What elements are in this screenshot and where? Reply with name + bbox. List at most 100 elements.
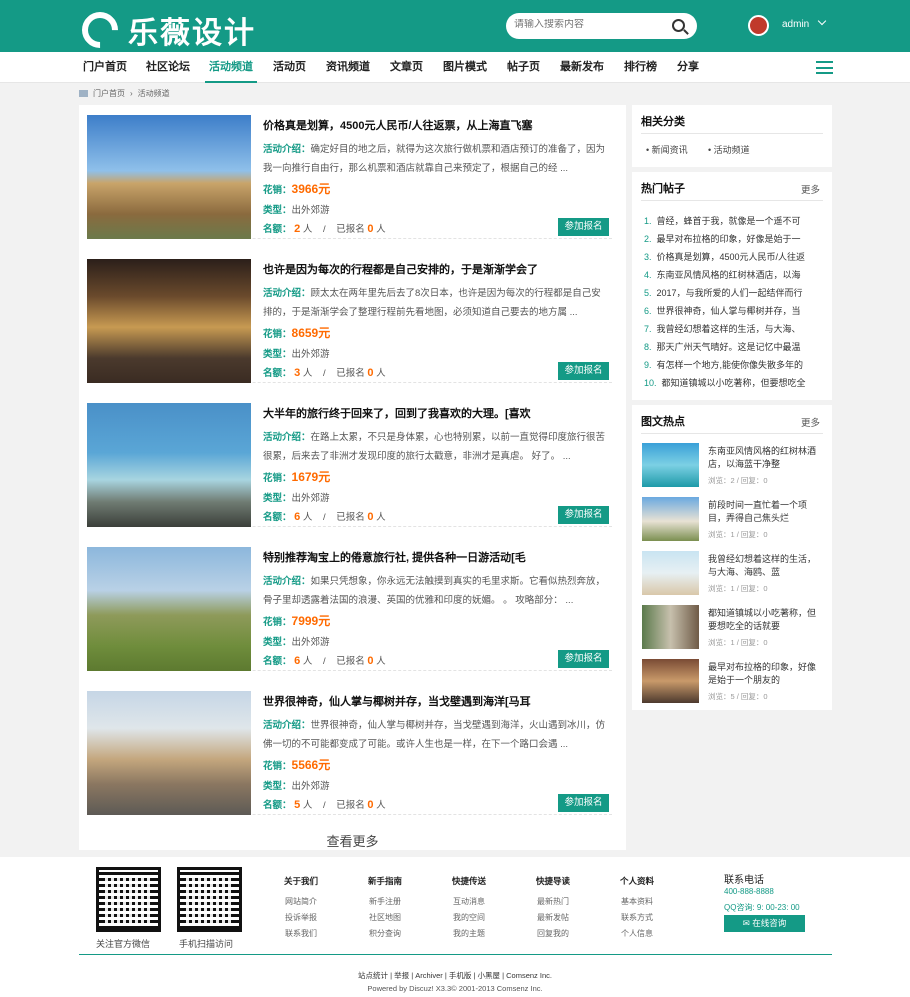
post-thumbnail[interactable] bbox=[642, 497, 699, 541]
activity-quota: 名额： 2 人 / 已报名 0 人 bbox=[263, 223, 386, 235]
hot-post-item[interactable]: 8. 那天广州天气晴好。这是记忆中最温 bbox=[644, 340, 816, 353]
search-input[interactable] bbox=[514, 19, 664, 30]
breadcrumb-portal[interactable]: 门户首页 bbox=[93, 88, 125, 99]
activity-desc: 活动介绍：在路上太累，不只是身体累，心也特别累，以前一直觉得印度旅行很苦很累，后… bbox=[263, 432, 606, 462]
activity-list: 价格真是划算，4500元人民币/人往返票，从上海直飞塞 活动介绍：确定好目的地之… bbox=[79, 105, 626, 850]
home-icon[interactable] bbox=[79, 90, 88, 97]
post-thumbnail[interactable] bbox=[642, 551, 699, 595]
hot-post-item[interactable]: 6. 世界很神奇，仙人掌与椰树并存，当 bbox=[644, 304, 816, 317]
avatar[interactable] bbox=[748, 15, 769, 36]
pic-post-title[interactable]: 前段时间一直忙着一个项目，弄得自己焦头烂 bbox=[708, 499, 824, 525]
activity-type: 类型：出外郊游 bbox=[263, 493, 330, 504]
activity-card: 世界很神奇，仙人掌与椰树并存，当戈壁遇到海洋[马耳 活动介绍：世界很神奇，仙人掌… bbox=[87, 681, 612, 815]
menu-icon[interactable] bbox=[816, 61, 833, 74]
footer-col-reading: 快捷导读 最新热门 最新发帖 回复我的 bbox=[535, 876, 570, 938]
username[interactable]: admin bbox=[782, 19, 809, 30]
footer-links[interactable]: 站点统计 | 举报 | Archiver | 手机版 | 小黑屋 | Comse… bbox=[0, 970, 910, 981]
activity-thumbnail[interactable] bbox=[87, 691, 251, 815]
activity-thumbnail[interactable] bbox=[87, 115, 251, 239]
nav-item-latest[interactable]: 最新发布 bbox=[560, 52, 604, 83]
activity-type: 类型：出外郊游 bbox=[263, 781, 330, 792]
activity-title[interactable]: 也许是因为每次的行程都是自己安排的，于是渐渐学会了 bbox=[263, 261, 538, 277]
post-thumbnail[interactable] bbox=[642, 659, 699, 703]
post-thumbnail[interactable] bbox=[642, 443, 699, 487]
more-link[interactable]: 更多 bbox=[801, 182, 820, 196]
activity-quota: 名额： 6 人 / 已报名 0 人 bbox=[263, 511, 386, 523]
activity-price: 花销：8659元 bbox=[263, 326, 331, 340]
post-thumbnail[interactable] bbox=[642, 605, 699, 649]
hot-post-item[interactable]: 3. 价格真是划算，4500元人民币/人往返 bbox=[644, 250, 816, 263]
activity-price: 花销：5566元 bbox=[263, 758, 331, 772]
join-button[interactable]: 参加报名 bbox=[558, 218, 609, 236]
hot-post-item[interactable]: 1. 曾经，蜂首于我，就像是一个遥不可 bbox=[644, 214, 816, 227]
hot-post-item[interactable]: 2. 最早对布拉格的印象，好像是始于一 bbox=[644, 232, 816, 245]
contact-phone: 400-888-8888 bbox=[724, 887, 774, 896]
activity-thumbnail[interactable] bbox=[87, 403, 251, 527]
activity-title[interactable]: 大半年的旅行终于回来了，回到了我喜欢的大理。[喜欢 bbox=[263, 405, 531, 421]
category-link[interactable]: • 活动频道 bbox=[708, 143, 750, 156]
pic-post-stats: 浏览：1 / 回复：0 bbox=[708, 530, 768, 539]
contact-phone-label: 联系电话 bbox=[724, 875, 764, 886]
join-button[interactable]: 参加报名 bbox=[558, 506, 609, 524]
activity-card: 也许是因为每次的行程都是自己安排的，于是渐渐学会了 活动介绍：顾太太在两年里先后… bbox=[87, 249, 612, 383]
hot-post-item[interactable]: 4. 东南亚风情风格的红树林酒店，以海 bbox=[644, 268, 816, 281]
nav-item-portal[interactable]: 门户首页 bbox=[83, 52, 127, 83]
activity-title[interactable]: 世界很神奇，仙人掌与椰树并存，当戈壁遇到海洋[马耳 bbox=[263, 693, 531, 709]
footer-col-profile: 个人资料 基本资料 联系方式 个人信息 bbox=[619, 876, 654, 938]
pic-post-title[interactable]: 东南亚风情风格的红树林酒店，以海蓝干净整 bbox=[708, 445, 824, 471]
search-icon[interactable] bbox=[672, 19, 685, 32]
activity-thumbnail[interactable] bbox=[87, 259, 251, 383]
hot-post-item[interactable]: 10. 都知道镇城以小吃著称，但要想吃全 bbox=[644, 376, 816, 389]
nav-item-pictures[interactable]: 图片模式 bbox=[443, 52, 487, 83]
nav-item-article[interactable]: 文章页 bbox=[390, 52, 423, 83]
logo[interactable]: 乐薇设计 bbox=[74, 4, 256, 56]
breadcrumb-current[interactable]: 活动频道 bbox=[138, 88, 170, 99]
panel-title: 图文热点 bbox=[641, 416, 685, 428]
activity-title[interactable]: 特别推荐淘宝上的倦意旅行社, 提供各种一日游活动[毛 bbox=[263, 549, 526, 565]
nav-item-ranking[interactable]: 排行榜 bbox=[624, 52, 657, 83]
hot-post-item[interactable]: 5. 2017，与我所爱的人们一起结伴而行 bbox=[644, 286, 816, 299]
online-consult-button[interactable]: ✉ 在线咨询 bbox=[724, 915, 805, 932]
view-more-button[interactable]: 查看更多 bbox=[79, 831, 626, 850]
nav-item-share[interactable]: 分享 bbox=[677, 52, 699, 83]
activity-desc: 活动介绍：如果只凭想象，你永远无法触摸到真实的毛里求斯。它看似热烈奔放，骨子里却… bbox=[263, 576, 606, 606]
header: 乐薇设计 admin bbox=[0, 0, 910, 56]
pic-post-stats: 浏览：1 / 回复：0 bbox=[708, 584, 768, 593]
activity-type: 类型：出外郊游 bbox=[263, 205, 330, 216]
activity-price: 花销：3966元 bbox=[263, 182, 331, 196]
more-link[interactable]: 更多 bbox=[801, 415, 820, 429]
nav-item-thread[interactable]: 帖子页 bbox=[507, 52, 540, 83]
pic-post-title[interactable]: 都知道镇城以小吃著称，但要想吃全的话就要 bbox=[708, 607, 824, 633]
hot-post-item[interactable]: 9. 有怎样一个地方,能使你像失散多年的 bbox=[644, 358, 816, 371]
activity-thumbnail[interactable] bbox=[87, 547, 251, 671]
activity-card: 大半年的旅行终于回来了，回到了我喜欢的大理。[喜欢 活动介绍：在路上太累，不只是… bbox=[87, 393, 612, 527]
chevron-down-icon[interactable] bbox=[817, 16, 827, 26]
activity-desc: 活动介绍：世界很神奇，仙人掌与椰树并存，当戈壁遇到海洋，火山遇到冰川，仿佛一切的… bbox=[263, 720, 606, 750]
nav-item-forum[interactable]: 社区论坛 bbox=[146, 52, 190, 83]
pic-post-stats: 浏览：1 / 回复：0 bbox=[708, 638, 768, 647]
hot-post-item[interactable]: 7. 我曾经幻想着这样的生活，与大海、 bbox=[644, 322, 816, 335]
mobile-qr-code bbox=[177, 867, 242, 932]
activity-quota: 名额： 3 人 / 已报名 0 人 bbox=[263, 367, 386, 379]
pic-post-stats: 浏览：2 / 回复：0 bbox=[708, 476, 768, 485]
activity-quota: 名额： 6 人 / 已报名 0 人 bbox=[263, 655, 386, 667]
footer-col-about: 关于我们 网站简介 投诉举报 联系我们 bbox=[283, 876, 318, 938]
nav-item-news[interactable]: 资讯频道 bbox=[326, 52, 370, 83]
pic-post-title[interactable]: 最早对布拉格的印象，好像是始于一个朋友的 bbox=[708, 661, 824, 687]
join-button[interactable]: 参加报名 bbox=[558, 794, 609, 812]
category-link[interactable]: • 新闻资讯 bbox=[646, 143, 688, 156]
activity-desc: 活动介绍：确定好目的地之后，就得为这次旅行做机票和酒店预订的准备了，因为我一向推… bbox=[263, 144, 606, 174]
activity-price: 花销：7999元 bbox=[263, 614, 331, 628]
activity-title[interactable]: 价格真是划算，4500元人民币/人往返票，从上海直飞塞 bbox=[263, 117, 533, 133]
wechat-qr-code bbox=[96, 867, 161, 932]
pic-post-title[interactable]: 我曾经幻想着这样的生活，与大海、海鸥、蓝 bbox=[708, 553, 824, 579]
activity-type: 类型：出外郊游 bbox=[263, 637, 330, 648]
powered-by: Powered by Discuz! X3.3© 2001-2013 Comse… bbox=[367, 984, 543, 993]
activity-card: 特别推荐淘宝上的倦意旅行社, 提供各种一日游活动[毛 活动介绍：如果只凭想象，你… bbox=[87, 537, 612, 671]
nav-item-activity-page[interactable]: 活动页 bbox=[273, 52, 306, 83]
nav-item-activity-channel[interactable]: 活动频道 bbox=[205, 52, 257, 83]
join-button[interactable]: 参加报名 bbox=[558, 362, 609, 380]
join-button[interactable]: 参加报名 bbox=[558, 650, 609, 668]
activity-price: 花销：1679元 bbox=[263, 470, 331, 484]
footer-col-guide: 新手指南 新手注册 社区地图 积分查询 bbox=[367, 876, 402, 938]
